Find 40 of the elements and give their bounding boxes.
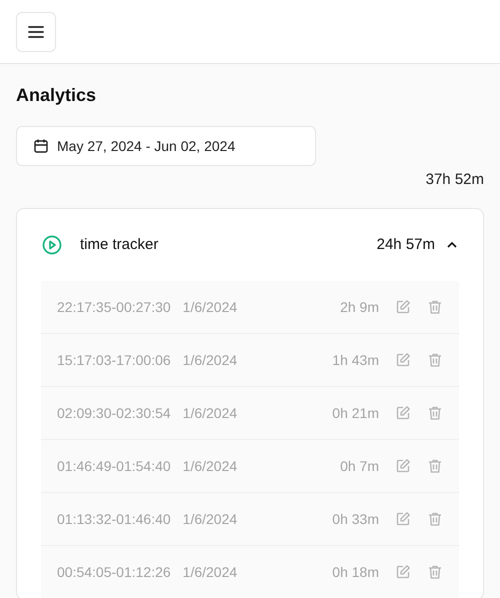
edit-icon[interactable] xyxy=(395,458,411,474)
menu-button[interactable] xyxy=(16,12,56,52)
entry-time-range: 02:09:30-02:30:54 xyxy=(57,404,171,422)
entry-duration: 2h 9m xyxy=(340,298,379,316)
trash-icon[interactable] xyxy=(427,352,443,368)
entry-date: 1/6/2024 xyxy=(182,298,238,316)
edit-icon[interactable] xyxy=(395,564,411,580)
date-range-text: May 27, 2024 - Jun 02, 2024 xyxy=(57,136,236,156)
edit-icon[interactable] xyxy=(395,511,411,527)
edit-icon[interactable] xyxy=(395,405,411,421)
entry-duration: 0h 7m xyxy=(340,456,379,476)
page-title: Analytics xyxy=(16,84,98,107)
project-name: time tracker xyxy=(80,234,158,255)
total-duration: 37h 52m xyxy=(426,170,484,190)
entry-date: 1/6/2024 xyxy=(182,562,238,582)
entry-date: 1/6/2024 xyxy=(182,404,238,422)
entry-duration: 0h 21m xyxy=(332,404,379,422)
menu-icon xyxy=(28,26,44,38)
trash-icon[interactable] xyxy=(427,511,443,527)
trash-icon[interactable] xyxy=(427,299,443,315)
entry-duration: 1h 43m xyxy=(332,350,379,370)
trash-icon[interactable] xyxy=(427,405,443,421)
entry-time-range: 00:54:05-01:12:26 xyxy=(57,562,171,582)
edit-icon[interactable] xyxy=(395,352,411,368)
entry-date: 1/6/2024 xyxy=(182,456,238,476)
entry-time-range: 22:17:35-00:27:30 xyxy=(57,298,171,316)
calendar-icon xyxy=(33,138,49,154)
entry-duration: 0h 33m xyxy=(332,510,379,528)
entry-time-range: 01:13:32-01:46:40 xyxy=(57,510,171,528)
edit-icon[interactable] xyxy=(395,299,411,315)
entry-date: 1/6/2024 xyxy=(182,350,238,370)
entry-duration: 0h 18m xyxy=(332,562,379,582)
entry-time-range: 01:46:49-01:54:40 xyxy=(57,456,171,476)
play-icon xyxy=(42,235,62,255)
trash-icon[interactable] xyxy=(427,458,443,474)
trash-icon[interactable] xyxy=(427,564,443,580)
entry-date: 1/6/2024 xyxy=(182,510,238,528)
entry-time-range: 15:17:03-17:00:06 xyxy=(57,350,171,370)
date-range-button[interactable]: May 27, 2024 - Jun 02, 2024 xyxy=(16,126,316,166)
project-duration: 24h 57m xyxy=(376,234,435,255)
